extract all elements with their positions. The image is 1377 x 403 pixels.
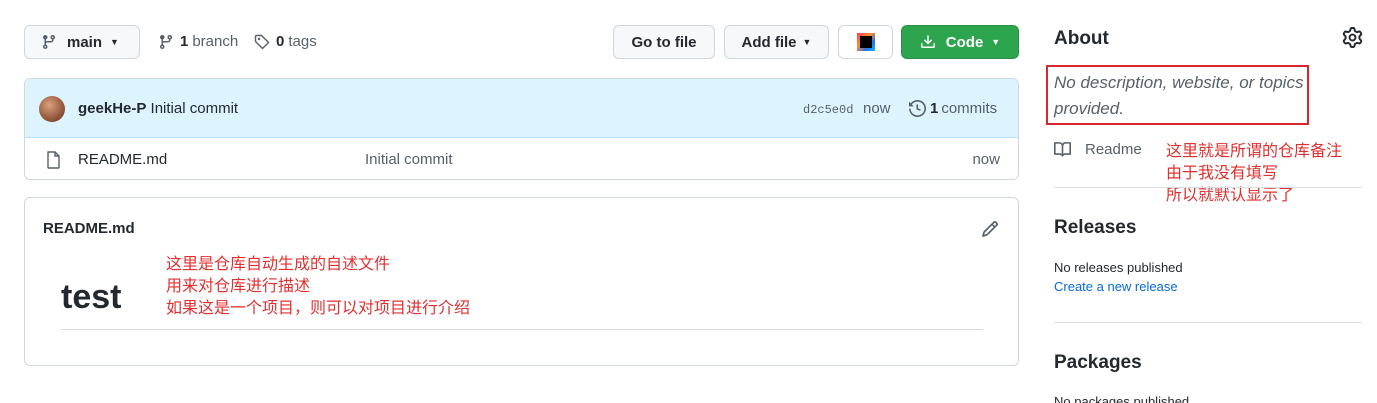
add-file-button[interactable]: Add file ▼ bbox=[724, 25, 829, 59]
readme-filename: README.md bbox=[43, 220, 135, 237]
commit-time: now bbox=[863, 100, 891, 117]
commit-author-link[interactable]: geekHe-P bbox=[78, 100, 146, 117]
tags-count: 0 bbox=[276, 33, 285, 50]
about-annotation: 这里就是所谓的仓库备注 由于我没有填写 所以就默认显示了 bbox=[1166, 140, 1342, 206]
chevron-down-icon: ▼ bbox=[802, 37, 812, 47]
about-heading: About bbox=[1054, 28, 1109, 49]
commit-message-link[interactable]: Initial commit bbox=[151, 100, 239, 117]
file-row: README.md Initial commit now bbox=[25, 139, 1018, 179]
commit-sha-link[interactable]: d2c5e0d bbox=[803, 103, 853, 117]
branch-selector-button[interactable]: main ▼ bbox=[24, 25, 140, 59]
annotation-line: 这里是仓库自动生成的自述文件 bbox=[166, 254, 391, 273]
divider bbox=[1054, 322, 1362, 323]
avatar[interactable] bbox=[39, 96, 65, 122]
code-button[interactable]: Code ▼ bbox=[901, 25, 1019, 59]
packages-heading[interactable]: Packages bbox=[1054, 352, 1142, 374]
file-commit-message-link[interactable]: Initial commit bbox=[365, 151, 453, 168]
file-commit-time: now bbox=[972, 151, 1000, 168]
annotation-line: 由于我没有填写 bbox=[1166, 163, 1279, 182]
packages-empty-text: No packages published bbox=[1054, 394, 1190, 403]
latest-commit-bar: geekHe-P Initial commit d2c5e0d now 1 co… bbox=[25, 79, 1018, 138]
annotation-line: 这里就是所谓的仓库备注 bbox=[1166, 141, 1343, 160]
code-label: Code bbox=[945, 33, 984, 51]
file-icon bbox=[47, 151, 60, 169]
readme-heading: test bbox=[61, 278, 122, 316]
branches-label: branch bbox=[192, 33, 239, 50]
book-icon bbox=[1054, 142, 1072, 157]
pencil-icon[interactable] bbox=[981, 220, 999, 238]
commits-history-link[interactable]: 1 commits bbox=[909, 100, 997, 117]
repo-description: No description, website, or topics provi… bbox=[1054, 73, 1304, 118]
open-in-ide-button[interactable] bbox=[838, 25, 893, 59]
commits-count: 1 bbox=[930, 100, 939, 117]
tag-icon bbox=[254, 34, 270, 49]
readme-annotation: 这里是仓库自动生成的自述文件 用来对仓库进行描述 如果这是一个项目，则可以对项目… bbox=[166, 253, 470, 319]
file-browser: geekHe-P Initial commit d2c5e0d now 1 co… bbox=[24, 78, 1019, 180]
history-icon bbox=[909, 100, 926, 117]
tags-link[interactable]: 0 tags bbox=[254, 33, 317, 50]
annotation-line: 用来对仓库进行描述 bbox=[166, 276, 311, 295]
git-branch-icon bbox=[42, 35, 55, 50]
branches-link[interactable]: 1 branch bbox=[158, 33, 238, 50]
gear-icon[interactable] bbox=[1342, 27, 1363, 48]
download-icon bbox=[920, 35, 935, 48]
create-release-link[interactable]: Create a new release bbox=[1054, 279, 1178, 294]
chevron-down-icon: ▼ bbox=[110, 37, 119, 47]
go-to-file-button[interactable]: Go to file bbox=[613, 25, 715, 59]
git-branch-icon bbox=[159, 34, 172, 49]
readme-link[interactable]: Readme bbox=[1053, 141, 1142, 158]
releases-empty-text: No releases published bbox=[1054, 260, 1183, 275]
annotation-line: 如果这是一个项目，则可以对项目进行介绍 bbox=[166, 298, 471, 317]
readme-link-label: Readme bbox=[1085, 141, 1142, 158]
releases-heading[interactable]: Releases bbox=[1054, 217, 1136, 239]
commits-label: commits bbox=[941, 100, 998, 117]
branches-count: 1 bbox=[180, 33, 189, 50]
jetbrains-ide-icon bbox=[856, 33, 875, 51]
divider bbox=[1054, 187, 1362, 188]
latest-commit-summary: geekHe-P Initial commit bbox=[78, 100, 238, 117]
file-name-link[interactable]: README.md bbox=[78, 151, 167, 168]
divider bbox=[61, 329, 983, 330]
chevron-down-icon: ▼ bbox=[991, 37, 1001, 47]
add-file-label: Add file bbox=[741, 33, 797, 51]
branch-name: main bbox=[67, 33, 103, 51]
repo-description-box: No description, website, or topics provi… bbox=[1046, 65, 1309, 125]
tags-label: tags bbox=[288, 33, 317, 50]
